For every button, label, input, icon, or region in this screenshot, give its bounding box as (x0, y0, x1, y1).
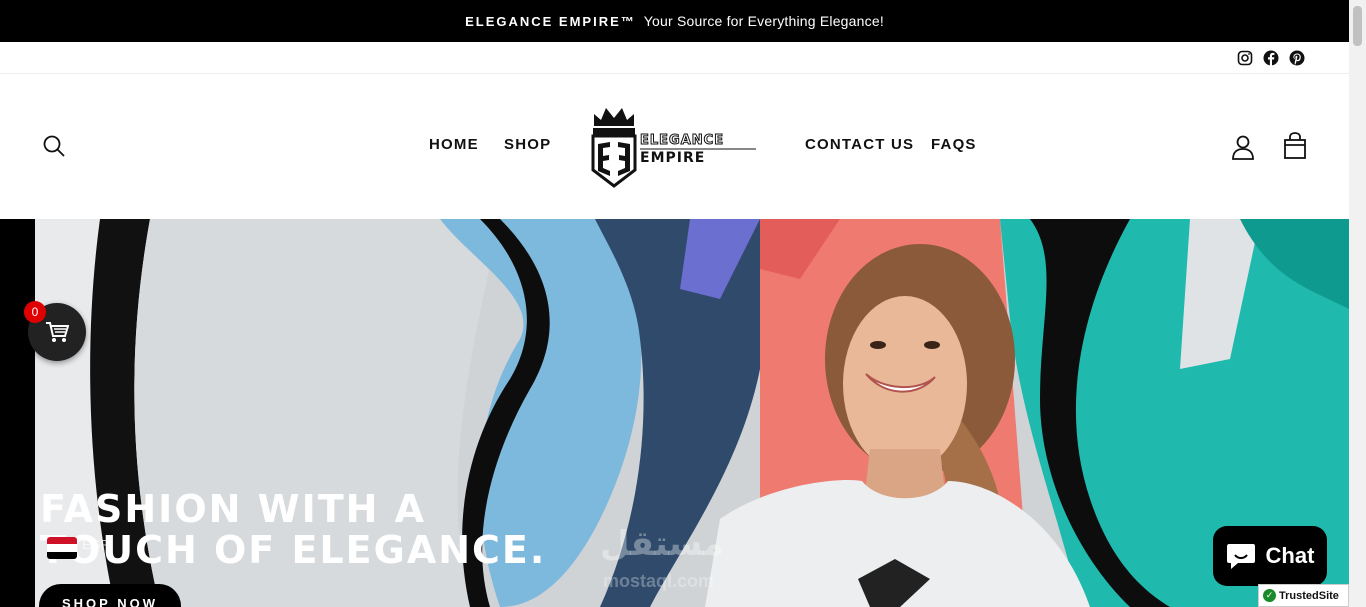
logo-mark-icon: ELEGANCE EMPIRE (591, 108, 756, 188)
cart-icon (46, 322, 69, 342)
nav-home-link[interactable]: HOME (429, 136, 479, 153)
hero-title-line1: FASHION WITH A (40, 487, 427, 531)
announcement-brand: ELEGANCE EMPIRE™ (465, 13, 636, 29)
trustedsite-badge[interactable]: ✓ TrustedSite (1258, 584, 1349, 607)
scrollbar-thumb[interactable] (1353, 6, 1362, 46)
logo-line1: ELEGANCE (640, 133, 724, 148)
hero-title: FASHION WITH A TOUCH OF ELEGANCE. (40, 489, 546, 571)
logo[interactable]: ELEGANCE EMPIRE (588, 104, 760, 188)
facebook-icon[interactable] (1263, 50, 1279, 66)
watermark-arabic: مستقل (600, 525, 725, 563)
watermark-latin: mostaql.com (603, 571, 715, 591)
floating-cart-button[interactable]: 0 (24, 301, 86, 361)
logo-line2: EMPIRE (640, 150, 705, 166)
page-scrollbar[interactable] (1349, 0, 1366, 607)
nav-shop[interactable]: SHOP (504, 136, 551, 153)
announcement-text: Your Source for Everything Elegance! (643, 13, 884, 29)
egypt-flag-icon[interactable] (47, 537, 77, 559)
check-icon: ✓ (1263, 589, 1276, 602)
hero-title-line2: TOUCH OF ELEGANCE. (40, 528, 547, 572)
user-icon[interactable] (1231, 134, 1255, 160)
social-bar (0, 42, 1349, 74)
nav-contact[interactable]: CONTACT US (805, 136, 914, 153)
nav-contact-link[interactable]: CONTACT US (805, 136, 914, 153)
nav-home[interactable]: HOME (429, 136, 479, 153)
trustedsite-label: TrustedSite (1279, 589, 1339, 602)
nav-shop-link[interactable]: SHOP (504, 136, 551, 153)
bag-icon[interactable] (1283, 132, 1307, 160)
chat-bubble-icon (1226, 544, 1255, 569)
chat-label: Chat (1265, 543, 1315, 568)
site-header: HOME SHOP ELEGANCE EMPIRE CONTACT US FAQ… (0, 74, 1349, 219)
instagram-icon[interactable] (1237, 50, 1253, 66)
pinterest-icon[interactable] (1289, 50, 1305, 66)
currency-selector[interactable]: EGP (82, 537, 109, 552)
shop-now-button[interactable]: SHOP NOW (39, 584, 181, 607)
search-icon[interactable] (42, 134, 66, 158)
chat-button[interactable]: Chat (1213, 526, 1327, 586)
nav-faqs-link[interactable]: FAQS (931, 136, 977, 153)
hero-banner: مستقل mostaql.com FASHION WITH A TOUCH O… (0, 219, 1349, 607)
cart-count-badge: 0 (24, 301, 46, 323)
nav-faqs[interactable]: FAQS (931, 136, 977, 153)
announcement-bar: ELEGANCE EMPIRE™ Your Source for Everyth… (0, 0, 1349, 42)
